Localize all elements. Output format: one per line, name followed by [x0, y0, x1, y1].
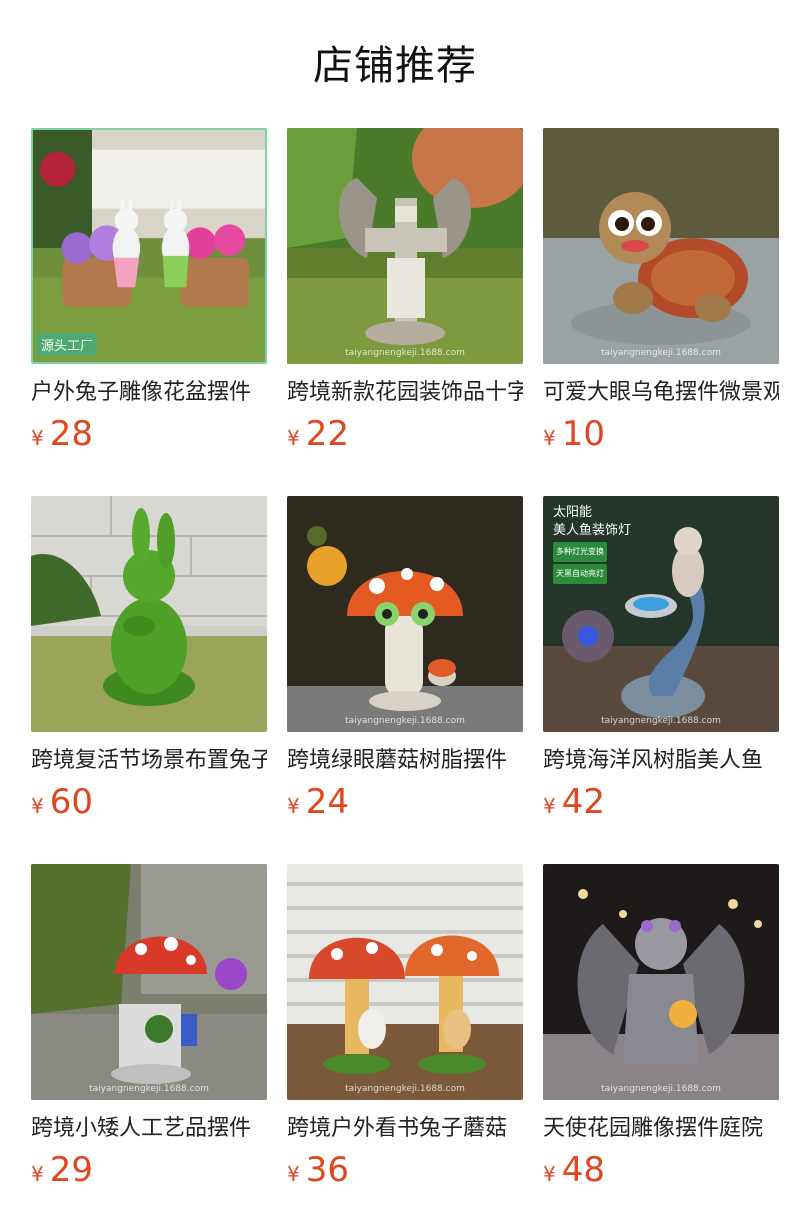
price-value: 60	[49, 782, 93, 822]
watermark: taiyangnengkeji.1688.com	[345, 716, 465, 726]
product-image[interactable]: taiyangnengkeji.1688.com	[31, 864, 267, 1100]
product-image[interactable]: taiyangnengkeji.1688.com	[287, 496, 523, 732]
product-name[interactable]: 跨境新款花园装饰品十字架	[287, 376, 523, 410]
product-name[interactable]: 跨境绿眼蘑菇树脂摆件	[287, 744, 523, 778]
product-price: ¥36	[287, 1150, 349, 1190]
price-value: 36	[305, 1150, 349, 1190]
watermark: taiyangnengkeji.1688.com	[89, 1084, 209, 1094]
source-factory-badge: 源头工厂	[37, 333, 98, 356]
price-value: 22	[305, 414, 349, 454]
product-image[interactable]: taiyangnengkeji.1688.com	[543, 864, 779, 1100]
product-name[interactable]: 户外兔子雕像花盆摆件	[31, 376, 267, 410]
product-name[interactable]: 跨境海洋风树脂美人鱼	[543, 744, 779, 778]
price-value: 29	[49, 1150, 93, 1190]
product-name[interactable]: 跨境户外看书兔子蘑菇	[287, 1112, 523, 1146]
currency-symbol: ¥	[543, 426, 556, 450]
product-name[interactable]: 可爱大眼乌龟摆件微景观	[543, 376, 779, 410]
watermark: taiyangnengkeji.1688.com	[601, 716, 721, 726]
ad-title: 太阳能	[553, 505, 593, 520]
product-name[interactable]: 跨境复活节场景布置兔子	[31, 744, 267, 778]
product-image[interactable]: 源头工厂	[31, 128, 267, 364]
product-name[interactable]: 天使花园雕像摆件庭院	[543, 1112, 779, 1146]
currency-symbol: ¥	[543, 1162, 556, 1186]
currency-symbol: ¥	[31, 794, 44, 818]
product-grid: 源头工厂 户外兔子雕像花盆摆件 ¥28 taiyangnengkeji.1688…	[0, 0, 790, 1232]
product-price: ¥42	[543, 782, 605, 822]
product-price: ¥28	[31, 414, 93, 454]
price-value: 24	[305, 782, 349, 822]
price-value: 28	[49, 414, 93, 454]
product-price: ¥60	[31, 782, 93, 822]
product-image[interactable]	[31, 496, 267, 732]
currency-symbol: ¥	[287, 1162, 300, 1186]
currency-symbol: ¥	[543, 794, 556, 818]
product-price: ¥22	[287, 414, 349, 454]
price-value: 10	[561, 414, 605, 454]
price-value: 42	[561, 782, 605, 822]
product-image[interactable]: taiyangnengkeji.1688.com	[287, 128, 523, 364]
ad-overlay: 太阳能 美人鱼装饰灯 多种灯光变换 天黑自动亮灯	[553, 504, 631, 584]
product-price: ¥48	[543, 1150, 605, 1190]
ad-tag: 多种灯光变换	[553, 542, 607, 562]
currency-symbol: ¥	[287, 794, 300, 818]
watermark: taiyangnengkeji.1688.com	[601, 348, 721, 358]
currency-symbol: ¥	[287, 426, 300, 450]
product-image[interactable]: taiyangnengkeji.1688.com	[543, 128, 779, 364]
watermark: taiyangnengkeji.1688.com	[345, 348, 465, 358]
product-image[interactable]: 太阳能 美人鱼装饰灯 多种灯光变换 天黑自动亮灯 taiyangnengkeji…	[543, 496, 779, 732]
currency-symbol: ¥	[31, 426, 44, 450]
product-price: ¥24	[287, 782, 349, 822]
currency-symbol: ¥	[31, 1162, 44, 1186]
watermark: taiyangnengkeji.1688.com	[345, 1084, 465, 1094]
product-price: ¥29	[31, 1150, 93, 1190]
product-name[interactable]: 跨境小矮人工艺品摆件	[31, 1112, 267, 1146]
ad-subtitle: 美人鱼装饰灯	[553, 523, 632, 538]
watermark: taiyangnengkeji.1688.com	[601, 1084, 721, 1094]
price-value: 48	[561, 1150, 605, 1190]
product-price: ¥10	[543, 414, 605, 454]
product-image[interactable]: taiyangnengkeji.1688.com	[287, 864, 523, 1100]
ad-tag: 天黑自动亮灯	[553, 564, 607, 584]
